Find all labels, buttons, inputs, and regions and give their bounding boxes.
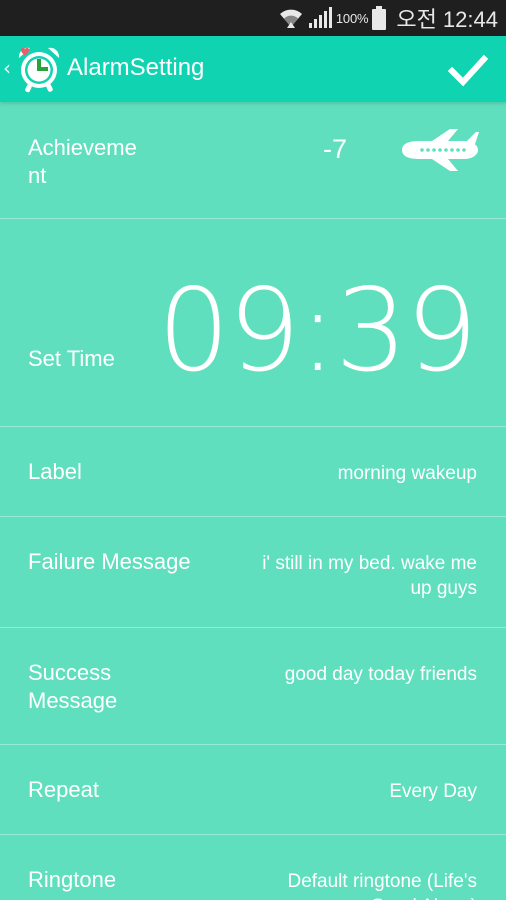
status-time: 오전 12:44	[396, 7, 498, 32]
status-bar: 100% 오전 12:44	[0, 0, 506, 36]
ringtone-value: Default ringtone (Life's Good Alarm)	[287, 871, 477, 900]
label-row[interactable]: Label morning wakeup	[0, 427, 506, 517]
repeat-row[interactable]: Repeat Every Day	[0, 745, 506, 835]
alarm-clock-logo-icon[interactable]	[14, 44, 64, 94]
battery-percentage: 100%	[335, 10, 369, 26]
airplane-icon	[402, 129, 479, 171]
label-label: Label	[28, 459, 82, 484]
back-chevron-icon[interactable]: ‹	[3, 56, 11, 80]
ringtone-row[interactable]: Ringtone Default ringtone (Life's Good A…	[0, 835, 506, 900]
repeat-value: Every Day	[389, 781, 477, 802]
success-message-label: Success Message	[28, 660, 118, 713]
wifi-icon	[279, 9, 302, 28]
failure-message-row[interactable]: Failure Message i' still in my bed. wake…	[0, 517, 506, 628]
failure-message-value: i' still in my bed. wake me up guys	[262, 553, 477, 599]
set-time-label: Set Time	[28, 346, 115, 371]
checkmark-icon[interactable]	[448, 50, 488, 90]
battery-icon	[372, 6, 387, 30]
repeat-label: Repeat	[28, 777, 99, 802]
set-time-value: 09:39	[157, 264, 478, 397]
label-value: morning wakeup	[337, 463, 477, 484]
set-time-row[interactable]: Set Time 09:39	[0, 219, 506, 427]
ringtone-label: Ringtone	[28, 867, 117, 892]
achievement-value: -7	[323, 134, 348, 164]
achievement-label: Achieveme nt	[28, 135, 137, 188]
success-message-value: good day today friends	[284, 664, 477, 685]
signal-icon	[308, 7, 332, 28]
status-icons: 100% 오전 12:44	[278, 0, 498, 36]
app-title: AlarmSetting	[67, 54, 205, 81]
success-message-row[interactable]: Success Message good day today friends	[0, 628, 506, 745]
app-bar: ‹ AlarmSetting	[0, 36, 506, 102]
failure-message-label: Failure Message	[28, 549, 191, 574]
